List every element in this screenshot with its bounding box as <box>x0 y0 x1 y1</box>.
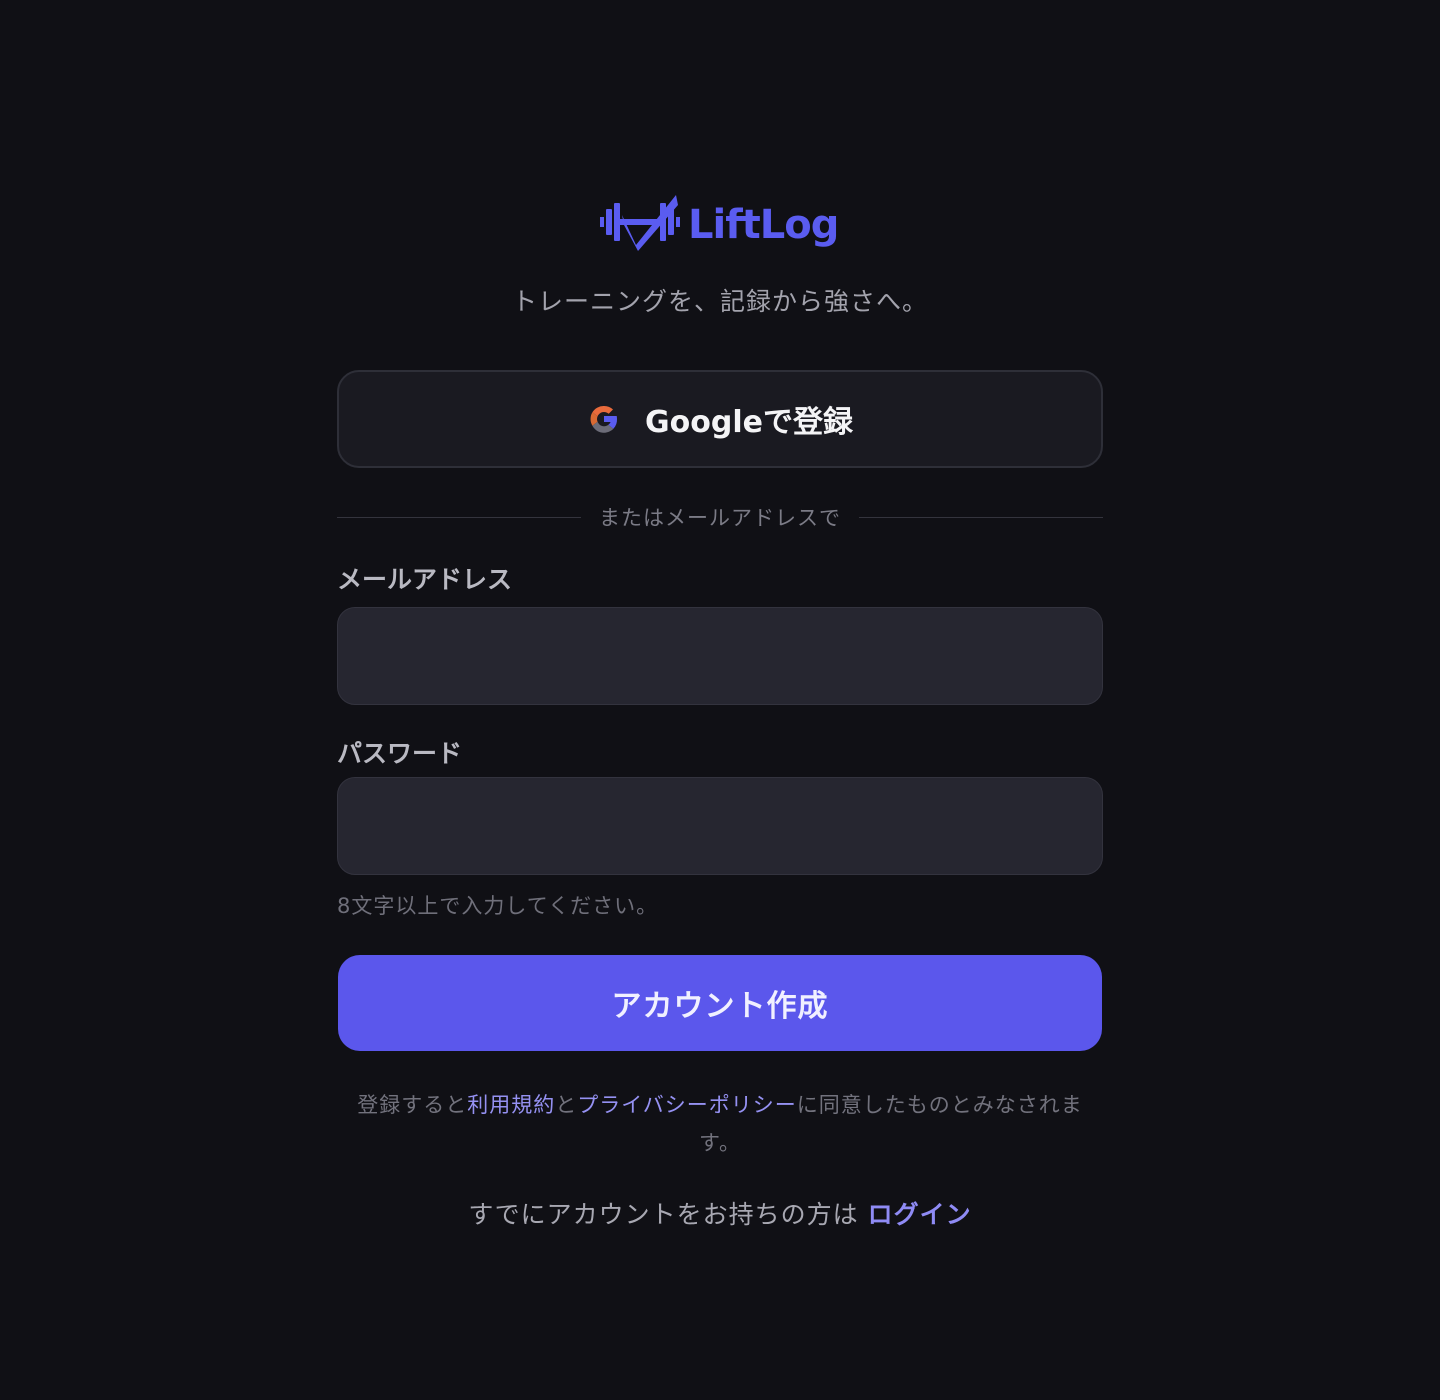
dumbbell-check-icon <box>600 195 680 251</box>
or-divider: またはメールアドレスで <box>337 500 1103 534</box>
create-account-button[interactable]: アカウント作成 <box>338 955 1102 1051</box>
divider-line-left <box>337 516 581 518</box>
password-hint: 8文字以上で入力してください。 <box>337 894 659 918</box>
terms-conjunction: と <box>555 1093 578 1117</box>
google-signup-label: Googleで登録 <box>645 405 853 440</box>
google-g-icon <box>590 405 618 433</box>
login-prompt-text: すでにアカウントをお持ちの方は <box>468 1200 859 1229</box>
terms-prefix: 登録すると <box>357 1093 468 1117</box>
password-label: パスワード <box>337 739 463 768</box>
login-link[interactable]: ログイン <box>868 1200 972 1229</box>
password-field[interactable] <box>337 777 1103 875</box>
divider-text: またはメールアドレスで <box>599 506 841 530</box>
create-account-label: アカウント作成 <box>611 990 829 1023</box>
signup-page: LiftLog トレーニングを、記録から強さへ。 Googleで登録 またはメー… <box>0 0 1440 1400</box>
terms-of-service-link[interactable]: 利用規約 <box>467 1093 555 1117</box>
terms-notice: 登録すると利用規約とプライバシーポリシーに同意したものとみなされます。 <box>337 1086 1103 1162</box>
divider-line-right <box>859 516 1103 518</box>
email-label: メールアドレス <box>337 565 513 594</box>
google-signup-button[interactable]: Googleで登録 <box>337 370 1103 468</box>
privacy-policy-link[interactable]: プライバシーポリシー <box>577 1093 797 1117</box>
email-field[interactable] <box>337 607 1103 705</box>
brand-name: LiftLog <box>688 202 839 248</box>
tagline: トレーニングを、記録から強さへ。 <box>511 287 928 316</box>
login-prompt: すでにアカウントをお持ちの方は ログイン <box>0 1195 1440 1231</box>
brand-logo: LiftLog <box>598 188 842 254</box>
